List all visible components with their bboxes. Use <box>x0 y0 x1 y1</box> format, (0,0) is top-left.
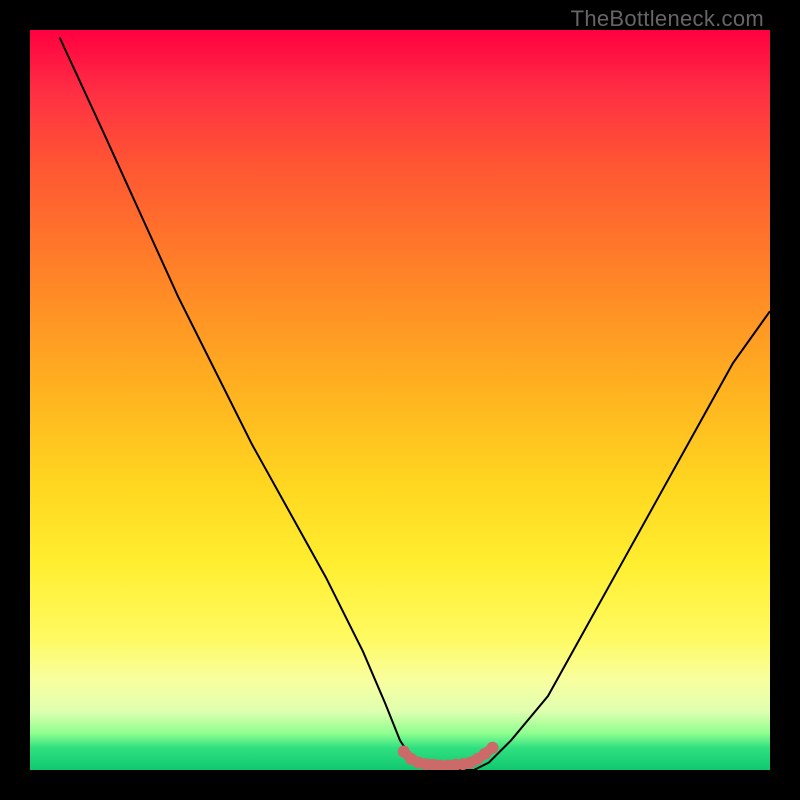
chart-svg <box>30 30 770 770</box>
watermark-text: TheBottleneck.com <box>571 6 764 32</box>
plot-area <box>30 30 770 770</box>
bottleneck-curve-line <box>60 37 770 770</box>
chart-container: TheBottleneck.com <box>0 0 800 800</box>
